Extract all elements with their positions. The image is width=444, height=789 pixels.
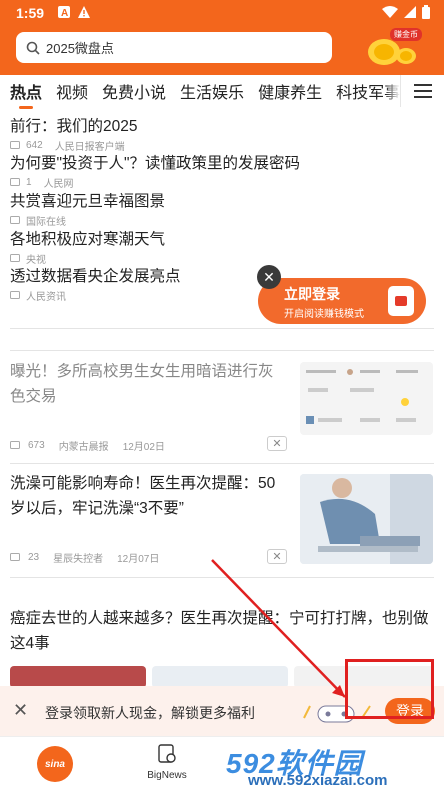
site-watermark: 592软件园 www.592xiazai.com [222, 742, 444, 789]
watermark-url: www.592xiazai.com [248, 772, 388, 789]
annotation-highlight-box [345, 659, 434, 719]
